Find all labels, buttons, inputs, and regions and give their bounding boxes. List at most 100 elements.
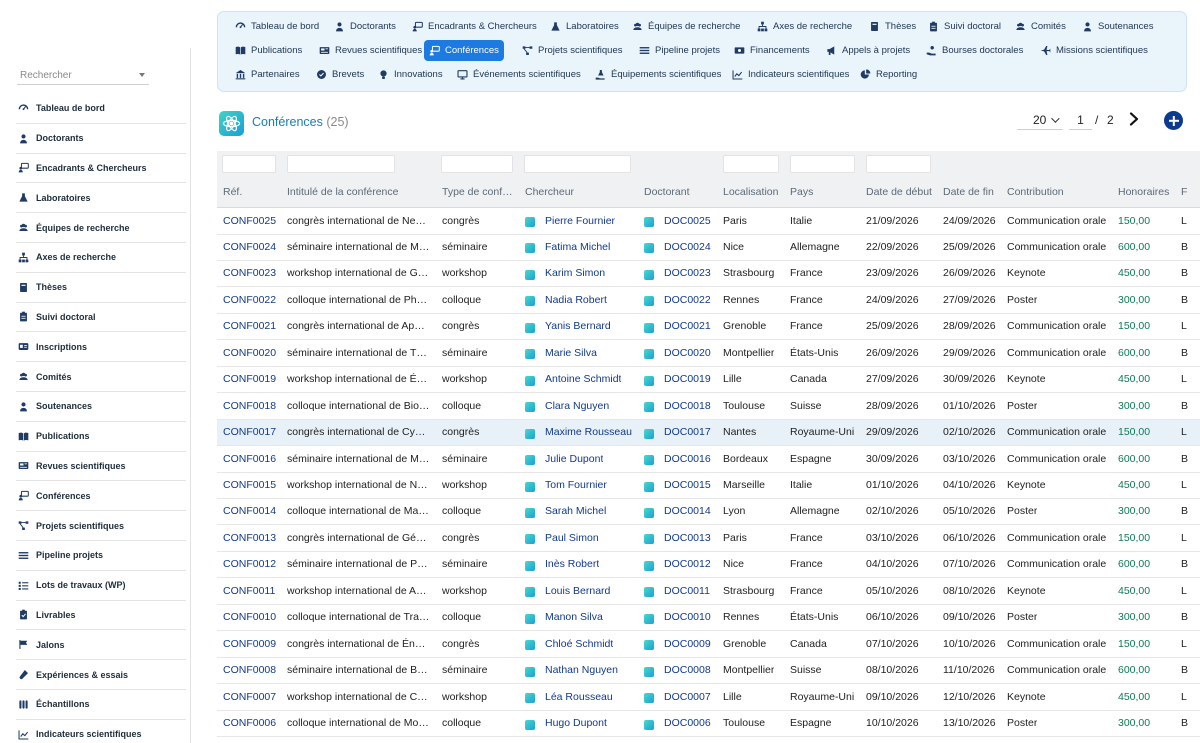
doctorant-link[interactable]: DOC0016 <box>664 453 711 465</box>
column-header-type-de-conf[interactable]: Type de conf… <box>442 186 513 198</box>
sidebar-item-suivi-doctoral[interactable]: Suivi doctoral <box>16 303 186 333</box>
researcher-link[interactable]: Manon Silva <box>545 611 603 623</box>
sidebar-item-publications[interactable]: Publications <box>16 422 186 452</box>
nav-tab-laboratoires[interactable]: Laboratoires <box>545 16 624 37</box>
reference-cell[interactable]: CONF0011 <box>223 585 275 597</box>
column-header-doctorant[interactable]: Doctorant <box>644 186 690 198</box>
table-row[interactable]: CONF0017 congrès international de Cy… cong… <box>217 419 1200 447</box>
researcher-link[interactable]: Maxime Rousseau <box>545 426 632 438</box>
table-row[interactable]: CONF0024 séminaire international de M… sém… <box>217 234 1200 261</box>
column-filter-input[interactable] <box>287 155 395 173</box>
researcher-link[interactable]: Paul Simon <box>545 532 599 544</box>
nav-tab-conferences[interactable]: Conférences <box>424 40 504 61</box>
nav-tab-financements[interactable]: Financements <box>729 40 815 61</box>
doctorant-link[interactable]: DOC0009 <box>664 638 711 650</box>
reference-cell[interactable]: CONF0019 <box>223 373 276 385</box>
doctorant-link[interactable]: DOC0015 <box>664 479 711 491</box>
column-header-ref[interactable]: Réf. <box>223 186 242 198</box>
reference-cell[interactable]: CONF0013 <box>223 532 276 544</box>
reference-cell[interactable]: CONF0022 <box>223 294 276 306</box>
nav-tab-tableau-de-bord[interactable]: Tableau de bord <box>230 16 324 37</box>
table-row[interactable]: CONF0025 congrès international de Ne… cong… <box>217 208 1200 235</box>
column-header-pays[interactable]: Pays <box>790 186 813 198</box>
sidebar-item-theses[interactable]: Thèses <box>16 273 186 303</box>
researcher-link[interactable]: Nathan Nguyen <box>545 664 618 676</box>
doctorant-link[interactable]: DOC0025 <box>664 215 711 227</box>
nav-tab-axes-de-recherche[interactable]: Axes de recherche <box>752 16 857 37</box>
researcher-link[interactable]: Louis Bernard <box>545 585 610 597</box>
sidebar-item-inscriptions[interactable]: Inscriptions <box>16 332 186 363</box>
researcher-link[interactable]: Tom Fournier <box>545 479 607 491</box>
reference-cell[interactable]: CONF0008 <box>223 664 276 676</box>
table-row[interactable]: CONF0006 colloque international de Mo… col… <box>217 711 1200 738</box>
column-header-localisation[interactable]: Localisation <box>723 186 778 198</box>
reference-cell[interactable]: CONF0024 <box>223 241 276 253</box>
reference-cell[interactable]: CONF0025 <box>223 215 276 227</box>
column-header-intitule-de-la-conference[interactable]: Intitulé de la conférence <box>287 186 399 198</box>
reference-cell[interactable]: CONF0023 <box>223 267 276 279</box>
researcher-link[interactable]: Pierre Fournier <box>545 215 615 227</box>
nav-tab-partenaires[interactable]: Partenaires <box>230 64 305 85</box>
table-row[interactable]: CONF0015 workshop international de N… work… <box>217 473 1200 499</box>
doctorant-link[interactable]: DOC0018 <box>664 400 711 412</box>
sidebar-item-projets-scientifiques[interactable]: Projets scientifiques <box>16 511 186 541</box>
page-number-input[interactable]: 1 <box>1069 110 1092 130</box>
researcher-link[interactable]: Chloé Schmidt <box>545 638 613 650</box>
doctorant-link[interactable]: DOC0013 <box>664 532 711 544</box>
table-row[interactable]: CONF0010 colloque international de Tra… co… <box>217 605 1200 632</box>
reference-cell[interactable]: CONF0016 <box>223 453 276 465</box>
table-row[interactable]: CONF0020 séminaire international de T… sém… <box>217 340 1200 367</box>
reference-cell[interactable]: CONF0014 <box>223 505 276 517</box>
researcher-link[interactable]: Inès Robert <box>545 558 599 570</box>
doctorant-link[interactable]: DOC0019 <box>664 373 711 385</box>
table-row[interactable]: CONF0007 workshop international de C… work… <box>217 684 1200 711</box>
researcher-link[interactable]: Julie Dupont <box>545 453 603 465</box>
sidebar-item-axes-de-recherche[interactable]: Axes de recherche <box>16 243 186 273</box>
reference-cell[interactable]: CONF0006 <box>223 717 276 729</box>
researcher-link[interactable]: Nadia Robert <box>545 294 607 306</box>
column-header-contribution[interactable]: Contribution <box>1007 186 1064 198</box>
sidebar-item-doctorants[interactable]: Doctorants <box>16 124 186 154</box>
reference-cell[interactable]: CONF0009 <box>223 638 276 650</box>
doctorant-link[interactable]: DOC0010 <box>664 611 711 623</box>
doctorant-link[interactable]: DOC0006 <box>664 717 711 729</box>
nav-tab-encadrants-chercheurs[interactable]: Encadrants & Chercheurs <box>407 16 542 37</box>
sidebar-item-tableau-de-bord[interactable]: Tableau de bord <box>16 94 186 124</box>
doctorant-link[interactable]: DOC0011 <box>664 585 710 597</box>
column-filter-input[interactable] <box>790 155 855 173</box>
sidebar-search-select[interactable]: Rechercher <box>17 67 149 85</box>
sidebar-item-jalons[interactable]: Jalons <box>16 630 186 661</box>
sidebar-item-conferences[interactable]: Conférences <box>16 481 186 512</box>
sidebar-item-pipeline-projets[interactable]: Pipeline projets <box>16 541 186 571</box>
nav-tab-soutenances[interactable]: Soutenances <box>1077 16 1158 37</box>
add-conference-button[interactable] <box>1164 111 1183 130</box>
nav-tab-comites[interactable]: Comités <box>1010 16 1071 37</box>
column-header-honoraires[interactable]: Honoraires <box>1118 186 1169 198</box>
column-filter-input[interactable] <box>524 155 631 173</box>
nav-tab-projets-scientifiques[interactable]: Projets scientifiques <box>517 40 627 61</box>
table-row[interactable]: CONF0014 colloque international de Ma… col… <box>217 499 1200 526</box>
table-row[interactable]: CONF0023 workshop international de G… work… <box>217 261 1200 288</box>
column-header-date-de-debut[interactable]: Date de début <box>866 186 932 198</box>
nav-tab-pipeline-projets[interactable]: Pipeline projets <box>634 40 725 61</box>
nav-tab-bourses-doctorales[interactable]: Bourses doctorales <box>921 40 1028 61</box>
researcher-link[interactable]: Karim Simon <box>545 267 605 279</box>
nav-tab-equipements-scientifiques[interactable]: Équipements scientifiques <box>590 64 726 85</box>
researcher-link[interactable]: Marie Silva <box>545 347 597 359</box>
researcher-link[interactable]: Sarah Michel <box>545 505 606 517</box>
nav-tab-evenements-scientifiques[interactable]: Événements scientifiques <box>452 64 586 85</box>
reference-cell[interactable]: CONF0007 <box>223 691 276 703</box>
reference-cell[interactable]: CONF0017 <box>223 426 276 438</box>
column-filter-input[interactable] <box>866 155 931 173</box>
sidebar-item-equipes-de-recherche[interactable]: Équipes de recherche <box>16 213 186 243</box>
column-filter-input[interactable] <box>723 155 779 173</box>
table-row[interactable]: CONF0008 séminaire international de B… sém… <box>217 658 1200 685</box>
doctorant-link[interactable]: DOC0007 <box>664 691 711 703</box>
sidebar-item-comites[interactable]: Comités <box>16 362 186 392</box>
researcher-link[interactable]: Léa Rousseau <box>545 691 613 703</box>
column-header-date-de-fin[interactable]: Date de fin <box>943 186 994 198</box>
table-row[interactable]: CONF0013 congrès international de Gé… cong… <box>217 525 1200 552</box>
nav-tab-revues-scientifiques[interactable]: Revues scientifiques <box>314 40 427 61</box>
doctorant-link[interactable]: DOC0017 <box>664 426 711 438</box>
doctorant-link[interactable]: DOC0020 <box>664 347 711 359</box>
